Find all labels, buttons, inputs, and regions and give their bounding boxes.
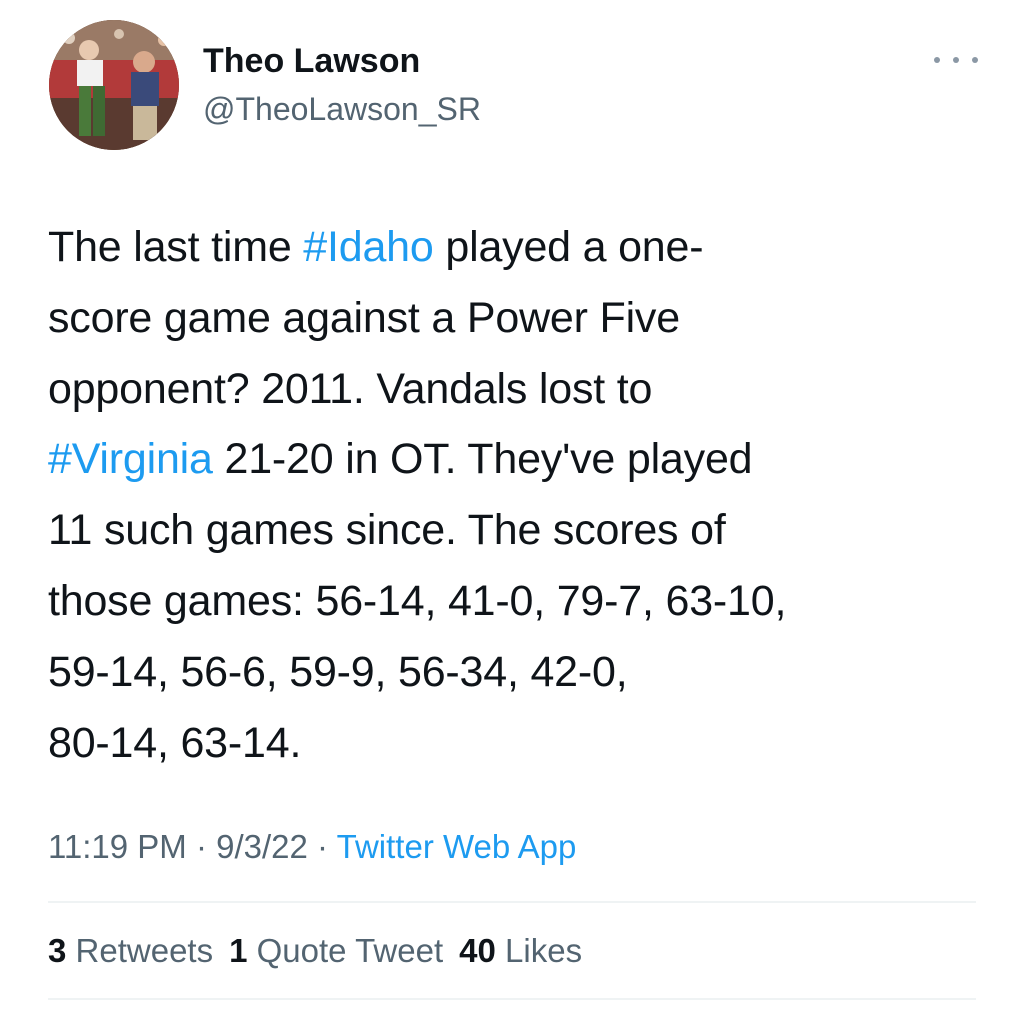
- tweet-text-segment: 11 such games since. The scores of: [48, 506, 726, 555]
- tweet-text-line: 11 such games since. The scores of: [48, 495, 988, 566]
- author-display-name[interactable]: Theo Lawson: [203, 40, 420, 82]
- quotes-label: Quote Tweet: [256, 932, 444, 969]
- hashtag-link[interactable]: #Idaho: [303, 223, 434, 271]
- meta-separator: ·: [186, 828, 217, 865]
- tweet-text-segment: opponent? 2011. Vandals lost to: [48, 364, 653, 413]
- more-horizontal-icon: [934, 57, 940, 63]
- tweet-text-line: 59-14, 56-6, 59-9, 56-34, 42-0,: [48, 637, 988, 708]
- author-handle[interactable]: @TheoLawson_SR: [203, 88, 481, 130]
- tweet-text-segment: 59-14, 56-6, 59-9, 56-34, 42-0,: [48, 647, 628, 696]
- tweet-source-link[interactable]: Twitter Web App: [337, 828, 577, 865]
- tweet-text-line: 80-14, 63-14.: [48, 708, 988, 779]
- tweet-text-segment: 80-14, 63-14.: [48, 718, 302, 767]
- tweet-text-segment: played a one-: [433, 223, 704, 271]
- avatar-photo: [49, 20, 179, 150]
- tweet-text: The last time #Idaho played a one-score …: [48, 212, 988, 778]
- retweets-label: Retweets: [75, 932, 214, 969]
- divider: [48, 901, 976, 903]
- likes-stat[interactable]: 40 Likes: [459, 930, 582, 972]
- retweets-stat[interactable]: 3 Retweets: [48, 930, 213, 972]
- tweet-text-line: opponent? 2011. Vandals lost to: [48, 354, 988, 425]
- more-horizontal-icon-dot: [972, 57, 978, 63]
- tweet-text-line: score game against a Power Five: [48, 283, 988, 354]
- tweet-meta: 11:19 PM · 9/3/22 · Twitter Web App: [48, 826, 576, 868]
- hashtag-link[interactable]: #Virginia: [48, 435, 213, 483]
- likes-count: 40: [459, 932, 496, 969]
- tweet-text-segment: score game against a Power Five: [48, 293, 680, 342]
- more-options-button[interactable]: [934, 48, 978, 72]
- quotes-count: 1: [229, 932, 248, 969]
- likes-label: Likes: [505, 932, 583, 969]
- more-horizontal-icon-dot: [953, 57, 959, 63]
- tweet-text-line: #Virginia 21-20 in OT. They've played: [48, 424, 988, 495]
- tweet-date[interactable]: 9/3/22: [216, 828, 308, 865]
- quote-tweets-stat[interactable]: 1 Quote Tweet: [229, 930, 443, 972]
- tweet-text-segment: those games: 56-14, 41-0, 79-7, 63-10,: [48, 576, 787, 625]
- meta-separator: ·: [307, 828, 337, 865]
- avatar[interactable]: [49, 20, 179, 150]
- tweet-text-line: those games: 56-14, 41-0, 79-7, 63-10,: [48, 566, 988, 637]
- tweet-time[interactable]: 11:19 PM: [48, 828, 187, 865]
- tweet-text-line: The last time #Idaho played a one-: [48, 212, 988, 283]
- tweet-stats: 3 Retweets 1 Quote Tweet 40 Likes: [48, 930, 598, 972]
- tweet-text-segment: The last time: [48, 223, 304, 271]
- tweet-card: Theo Lawson @TheoLawson_SR The last time…: [0, 0, 1024, 1024]
- tweet-text-segment: 21-20 in OT. They've played: [212, 435, 753, 484]
- retweets-count: 3: [48, 932, 67, 969]
- divider: [48, 998, 976, 1000]
